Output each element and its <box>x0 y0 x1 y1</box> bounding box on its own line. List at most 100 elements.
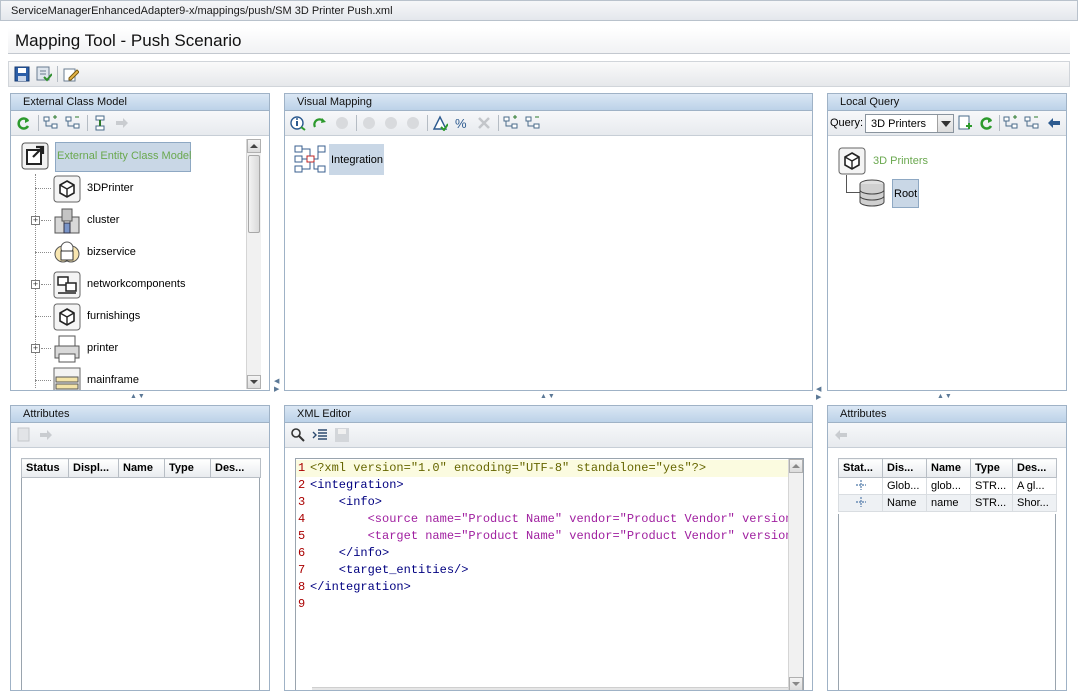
expand-plus-icon[interactable]: + <box>31 216 40 225</box>
collapse-tree-icon[interactable] <box>525 115 543 131</box>
scroll-down-icon[interactable] <box>789 677 803 690</box>
tree-item[interactable]: + printer <box>21 334 241 364</box>
window-title-bar: ServiceManagerEnhancedAdapter9-x/mapping… <box>0 0 1078 21</box>
new-query-icon[interactable] <box>957 115 975 131</box>
query-root-label[interactable]: 3D Printers <box>873 155 928 167</box>
column-header[interactable]: Displ... <box>68 458 119 478</box>
line-number: 3 <box>298 495 306 509</box>
expand-plus-icon[interactable]: + <box>31 344 40 353</box>
tree-root-node[interactable]: External Entity Class Model <box>21 142 251 172</box>
tree-guide-line <box>35 188 51 189</box>
column-header[interactable]: Type <box>164 458 211 478</box>
save-icon <box>334 427 352 443</box>
refresh-icon[interactable] <box>15 115 33 131</box>
edit-icon[interactable] <box>63 66 81 82</box>
expand-tree-icon[interactable] <box>43 115 61 131</box>
disabled-tool-icon <box>405 115 423 131</box>
panel-toolbar: Query: 3D Printers <box>828 111 1066 136</box>
display-cell: Glob... <box>882 477 927 495</box>
scroll-up-icon[interactable] <box>247 139 261 153</box>
disabled-tool-icon <box>334 115 352 131</box>
info-icon[interactable] <box>290 115 308 131</box>
scroll-up-icon[interactable] <box>789 459 803 473</box>
hierarchy-icon[interactable] <box>92 115 110 131</box>
format-icon[interactable] <box>312 427 330 443</box>
visual-mapping-panel: Visual Mapping % Integration <box>284 93 813 391</box>
xml-editor-area[interactable]: 1 <?xml version="1.0" encoding="UTF-8" st… <box>285 448 812 690</box>
table-row[interactable]: Name name STR... Shor... <box>838 494 1057 512</box>
name-cell: name <box>926 494 971 512</box>
status-cell <box>838 477 883 495</box>
tree-item[interactable]: mainframe <box>21 366 241 390</box>
column-header[interactable]: Dis... <box>882 458 927 478</box>
splitter-arrows[interactable]: ▲▼ <box>937 393 953 400</box>
status-cell <box>838 494 883 512</box>
splitter-arrows[interactable]: ◀ ▶ <box>274 378 280 394</box>
scroll-thumb[interactable] <box>248 155 260 233</box>
splitter-arrows[interactable]: ▲▼ <box>130 393 146 400</box>
save-deploy-icon[interactable] <box>36 66 54 82</box>
table-row[interactable]: Glob... glob... STR... A gl... <box>838 477 1057 495</box>
tree-item[interactable]: bizservice <box>21 238 241 268</box>
tree-guide-line <box>41 220 51 221</box>
query-select[interactable]: 3D Printers <box>865 114 954 133</box>
line-number: 6 <box>298 546 306 560</box>
xml-scrollbar[interactable] <box>788 459 803 690</box>
xml-text-area[interactable]: 1 <?xml version="1.0" encoding="UTF-8" st… <box>295 458 804 690</box>
tree-item[interactable]: + networkcomponents <box>21 270 241 300</box>
column-header[interactable]: Stat... <box>838 458 883 478</box>
cube-icon <box>53 303 81 331</box>
tree-item[interactable]: 3DPrinter <box>21 174 241 204</box>
column-header[interactable]: Des... <box>1012 458 1057 478</box>
arrow-left-icon[interactable] <box>1046 115 1064 131</box>
mainframe-icon <box>53 367 81 390</box>
tree-item[interactable]: + cluster <box>21 206 241 236</box>
xml-line: 2 <integration> <box>296 477 790 494</box>
tree-guide-line <box>35 380 51 381</box>
panel-header: Attributes <box>11 406 269 423</box>
column-header[interactable]: Name <box>118 458 165 478</box>
expand-plus-icon[interactable]: + <box>31 280 40 289</box>
scroll-down-icon[interactable] <box>247 375 261 389</box>
service-icon <box>53 239 81 267</box>
toolbar-separator <box>356 115 357 131</box>
line-number: 8 <box>298 580 306 594</box>
chevron-down-icon[interactable] <box>937 115 953 132</box>
xml-line-text: <integration> <box>310 478 404 492</box>
splitter-arrows[interactable]: ◀ ▶ <box>816 386 822 402</box>
panel-header: Local Query <box>828 94 1066 111</box>
tree-item[interactable]: furnishings <box>21 302 241 332</box>
panel-title: External Class Model <box>23 96 127 108</box>
name-cell: glob... <box>926 477 971 495</box>
expand-tree-icon[interactable] <box>503 115 521 131</box>
refresh-icon[interactable] <box>978 115 996 131</box>
collapse-tree-icon[interactable] <box>65 115 83 131</box>
percent-icon[interactable]: % <box>454 115 472 131</box>
attribute-status-icon <box>855 479 867 494</box>
search-icon[interactable] <box>290 427 308 443</box>
tree-item-label: furnishings <box>87 310 141 322</box>
class-model-tree: External Entity Class Model 3DPrinter + … <box>11 136 269 390</box>
column-header[interactable]: Status <box>21 458 69 478</box>
column-header[interactable]: Name <box>926 458 971 478</box>
panel-toolbar <box>828 423 1066 448</box>
expand-tree-icon[interactable] <box>1003 115 1021 131</box>
save-icon[interactable] <box>14 66 32 82</box>
horizontal-scrollbar[interactable] <box>312 687 788 690</box>
tree-scrollbar[interactable] <box>246 139 261 389</box>
window-path: ServiceManagerEnhancedAdapter9-x/mapping… <box>11 5 393 17</box>
validate-icon[interactable] <box>432 115 450 131</box>
splitter-arrows[interactable]: ▲▼ <box>540 393 556 400</box>
toolbar-separator <box>87 115 88 131</box>
panel-header: Visual Mapping <box>285 94 812 111</box>
add-mapping-icon[interactable] <box>312 115 330 131</box>
collapse-tree-icon[interactable] <box>1024 115 1042 131</box>
attributes-table: Status Displ... Name Type Des... <box>21 458 261 478</box>
panel-title: XML Editor <box>297 408 352 420</box>
column-header[interactable]: Des... <box>210 458 261 478</box>
tree-item-label: 3DPrinter <box>87 182 134 194</box>
visual-mapping-canvas[interactable]: Integration <box>285 136 812 390</box>
column-header[interactable]: Type <box>970 458 1013 478</box>
panel-toolbar: % <box>285 111 812 136</box>
table-empty-area <box>838 514 1056 690</box>
